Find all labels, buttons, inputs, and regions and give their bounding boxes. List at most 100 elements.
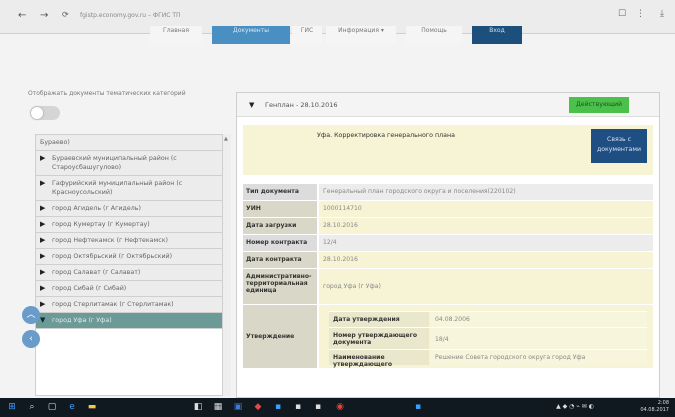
property-label: Тип документа [243, 184, 317, 200]
windows-taskbar: ⊞ ⌕ ▢ e ▬ ◧ ▦ ▣ ◆ ▪ ▪ ▪ ◉ ▪ ▲ ◆ ◔ ⌁ ✉ ◐ … [0, 398, 675, 417]
collapse-left-button[interactable]: ‹ [22, 330, 40, 348]
tree-item[interactable]: ▼ город Уфа (г Уфа) [36, 313, 222, 329]
app-icon[interactable]: ▪ [312, 401, 324, 413]
back-icon[interactable]: ← [18, 10, 26, 21]
tab-info[interactable]: Информация ▾ [326, 26, 396, 44]
document-card-header[interactable]: ▼ Генплан - 28.10.2016 Действующий [237, 93, 659, 117]
tree-item[interactable]: ▶ Бураевский муниципальный район (с Старо… [36, 151, 222, 176]
expand-arrow-icon[interactable]: ▶ [40, 154, 45, 163]
property-row: Дата загрузки 28.10.2016 [243, 217, 653, 234]
property-value: 28.10.2016 [319, 252, 653, 268]
tree-item-label: город Салават (г Салават) [52, 269, 141, 276]
clock[interactable]: 2:08 04.08.2017 [640, 400, 669, 414]
tree-item[interactable]: ▶ город Стерлитамак (г Стерлитамак) [36, 297, 222, 313]
approval-detail-value: 18/4 [431, 328, 647, 349]
expanded-arrow-icon[interactable]: ▼ [40, 316, 45, 325]
expand-arrow-icon[interactable]: ▶ [40, 204, 45, 213]
expand-arrow-icon[interactable]: ▶ [40, 284, 45, 293]
edge-icon[interactable]: e [66, 401, 78, 413]
site-navigation: Главная Документы ГИС Информация ▾ Помощ… [150, 26, 530, 44]
tab-gis[interactable]: ГИС [292, 26, 322, 44]
property-label: Административно-территориальная единица [243, 269, 317, 304]
tree-item-label: город Нефтекамск (г Нефтекамск) [52, 237, 169, 244]
document-card: ▼ Генплан - 28.10.2016 Действующий Уфа. … [236, 92, 660, 398]
app-icon[interactable]: ▪ [272, 401, 284, 413]
approval-detail-value: Решение Совета городского округа город У… [431, 350, 647, 365]
approval-detail-label: Номер утверждающего документа [329, 328, 429, 349]
related-documents-button[interactable]: Связь с документами [591, 129, 647, 163]
approval-label: Утверждение [243, 305, 317, 368]
expand-arrow-icon[interactable]: ▶ [40, 300, 45, 309]
tab-documents[interactable]: Документы [212, 26, 290, 44]
tree-item[interactable]: ▶ город Октябрьский (г Октябрьский) [36, 249, 222, 265]
app-icon[interactable]: ▪ [412, 401, 424, 413]
property-label: Дата загрузки [243, 218, 317, 234]
store-icon[interactable]: ◧ [192, 401, 204, 413]
search-icon[interactable]: ⌕ [26, 401, 38, 413]
property-row: УИН 1000114710 [243, 200, 653, 217]
approval-detail-value: 04.08.2006 [431, 312, 647, 327]
reload-icon[interactable]: ⟳ [62, 10, 69, 19]
property-row: Номер контракта 12/4 [243, 234, 653, 251]
document-card-title: Генплан - 28.10.2016 [265, 101, 338, 109]
tree-item-label: город Стерлитамак (г Стерлитамак) [52, 301, 174, 308]
property-label: Дата контракта [243, 252, 317, 268]
tree-item-label: город Уфа (г Уфа) [52, 317, 112, 324]
document-properties: Тип документа Генеральный план городского… [243, 183, 653, 368]
explorer-icon[interactable]: ▬ [86, 401, 98, 413]
bookmark-icon[interactable]: ☐ [618, 9, 626, 19]
tab-login[interactable]: Вход [472, 26, 522, 44]
windows-start-icon[interactable]: ⊞ [6, 401, 18, 413]
expand-arrow-icon[interactable]: ▶ [40, 236, 45, 245]
status-badge: Действующий [569, 97, 629, 113]
approval-detail-label: Дата утверждения [329, 312, 429, 327]
tree-item[interactable]: ▶ город Кумертау (г Кумертау) [36, 217, 222, 233]
app-icon[interactable]: ▪ [292, 401, 304, 413]
category-filter-toggle[interactable] [30, 106, 60, 120]
calculator-icon[interactable]: ▦ [212, 401, 224, 413]
toggle-knob [31, 107, 43, 119]
tree-item[interactable]: ▶ город Салават (г Салават) [36, 265, 222, 281]
tree-item-label: Бураево) [40, 139, 70, 146]
tree-item-label: город Агидель (г Агидель) [52, 205, 141, 212]
clock-date: 04.08.2017 [640, 407, 669, 413]
system-tray-icons[interactable]: ▲ ◆ ◔ ⌁ ✉ ◐ [540, 401, 610, 413]
property-value: Генеральный план городского округа и пос… [319, 184, 653, 200]
menu-icon[interactable]: ⋮ [636, 9, 645, 19]
property-value: город Уфа (г Уфа) [319, 269, 653, 304]
scroll-up-icon[interactable]: ▲ [224, 136, 228, 142]
tree-scrollbar[interactable]: ▲ [223, 134, 231, 396]
category-filter-label: Отображать документы тематических катего… [28, 90, 186, 97]
collapse-triangle-icon[interactable]: ▼ [249, 101, 254, 109]
property-value: 1000114710 [319, 201, 653, 217]
tree-item[interactable]: Бураево) [36, 135, 222, 151]
app-icon[interactable]: ◆ [252, 401, 264, 413]
approval-details: Дата утверждения 04.08.2006 Номер утвержд… [329, 311, 647, 368]
tab-help[interactable]: Помощь [406, 26, 462, 44]
document-summary: Уфа. Корректировка генерального плана Св… [243, 125, 653, 175]
clock-time: 2:08 [657, 400, 669, 406]
approval-detail-row: Номер утверждающего документа 18/4 [329, 327, 647, 349]
tab-main[interactable]: Главная [150, 26, 202, 44]
property-label: УИН [243, 201, 317, 217]
chrome-icon[interactable]: ◉ [334, 401, 346, 413]
task-view-icon[interactable]: ▢ [46, 401, 58, 413]
address-bar[interactable]: fgistp.economy.gov.ru – ФГИС ТП [80, 10, 380, 22]
word-icon[interactable]: ▣ [232, 401, 244, 413]
expand-arrow-icon[interactable]: ▶ [40, 268, 45, 277]
tree-item[interactable]: ▶ город Сибай (г Сибай) [36, 281, 222, 297]
approval-detail-label: Наименование утверждающего [329, 350, 429, 368]
expand-arrow-icon[interactable]: ▶ [40, 252, 45, 261]
tree-item[interactable]: ▶ город Нефтекамск (г Нефтекамск) [36, 233, 222, 249]
expand-arrow-icon[interactable]: ▶ [40, 220, 45, 229]
expand-arrow-icon[interactable]: ▶ [40, 179, 45, 188]
property-row: Тип документа Генеральный план городского… [243, 183, 653, 200]
property-value: 28.10.2016 [319, 218, 653, 234]
download-icon[interactable]: ⤓ [660, 9, 664, 19]
tree-item[interactable]: ▶ Гафурийский муниципальный район (с Крас… [36, 176, 222, 201]
forward-icon[interactable]: → [40, 10, 48, 21]
scroll-up-button[interactable]: ︿ [22, 306, 40, 324]
tree-item-label: город Октябрьский (г Октябрьский) [52, 253, 173, 260]
tree-item[interactable]: ▶ город Агидель (г Агидель) [36, 201, 222, 217]
approval-row: Утверждение Дата утверждения 04.08.2006 Н… [243, 304, 653, 368]
